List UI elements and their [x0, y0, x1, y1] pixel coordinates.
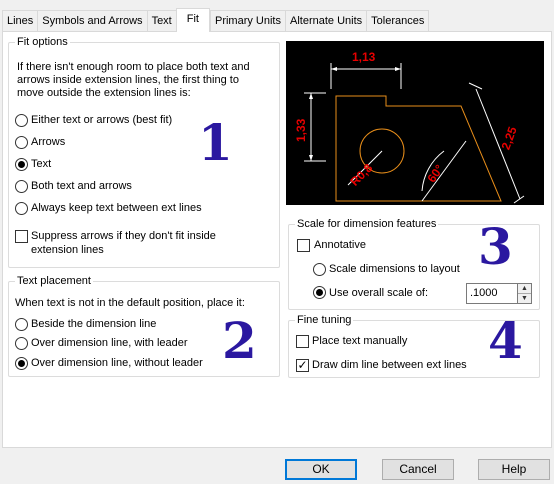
- ok-button[interactable]: OK: [285, 459, 357, 480]
- annotation-number-2: 2: [222, 311, 257, 370]
- overall-scale-input[interactable]: .1000: [466, 283, 518, 304]
- dim-label-60-deg: 60°: [425, 162, 447, 185]
- place-text-manually-checkbox[interactable]: [296, 335, 309, 348]
- text-placement-description: When text is not in the default position…: [15, 297, 245, 309]
- radio-both-text-and-arrows[interactable]: [15, 180, 28, 193]
- text-placement-title: Text placement: [15, 275, 93, 288]
- tab-symbols-and-arrows[interactable]: Symbols and Arrows: [37, 10, 147, 31]
- draw-dim-line-checkbox[interactable]: ✓: [296, 359, 309, 372]
- tab-text[interactable]: Text: [146, 10, 176, 31]
- spin-down-icon[interactable]: ▼: [518, 294, 531, 304]
- label-best-fit[interactable]: Either text or arrows (best fit): [31, 113, 172, 127]
- fit-description-line-2: arrows inside extension lines, the first…: [17, 74, 239, 86]
- fit-description-line-1: If there isn't enough room to place both…: [17, 61, 250, 73]
- annotation-number-3: 3: [478, 217, 513, 276]
- annotative-checkbox[interactable]: [297, 239, 310, 252]
- tab-primary-units[interactable]: Primary Units: [209, 10, 285, 31]
- radio-scale-to-layout[interactable]: [313, 263, 326, 276]
- label-over-with-leader[interactable]: Over dimension line, with leader: [31, 336, 188, 350]
- draw-dim-line-label[interactable]: Draw dim line between ext lines: [312, 358, 467, 372]
- radio-text[interactable]: [15, 158, 28, 171]
- label-overall-scale[interactable]: Use overall scale of:: [329, 286, 428, 300]
- tab-bar: Lines Symbols and Arrows Text Fit Primar…: [0, 0, 554, 32]
- suppress-arrows-label-line-1[interactable]: Suppress arrows if they don't fit inside: [31, 229, 216, 243]
- radio-best-fit[interactable]: [15, 114, 28, 127]
- fit-description-line-3: move outside the extension lines is:: [17, 87, 191, 99]
- radio-arrows[interactable]: [15, 136, 28, 149]
- annotative-label[interactable]: Annotative: [314, 238, 366, 252]
- checkmark-icon: ✓: [297, 358, 308, 372]
- dimension-preview: 1,13 1,33 2,25 R0,8 60°: [286, 41, 544, 205]
- fine-tuning-title: Fine tuning: [295, 314, 354, 327]
- label-scale-to-layout[interactable]: Scale dimensions to layout: [329, 262, 460, 276]
- tab-lines[interactable]: Lines: [2, 10, 38, 31]
- label-both-text-and-arrows[interactable]: Both text and arrows: [31, 179, 132, 193]
- scale-title: Scale for dimension features: [295, 218, 439, 231]
- radio-over-without-leader[interactable]: [15, 357, 28, 370]
- spin-up-icon[interactable]: ▲: [518, 284, 531, 294]
- tab-fit[interactable]: Fit: [175, 8, 210, 32]
- tab-alternate-units[interactable]: Alternate Units: [285, 10, 367, 31]
- help-button[interactable]: Help: [478, 459, 550, 480]
- radio-over-with-leader[interactable]: [15, 337, 28, 350]
- dim-label-r0-8: R0,8: [348, 161, 376, 189]
- label-always-keep-text[interactable]: Always keep text between ext lines: [31, 201, 202, 215]
- dim-label-1-13: 1,13: [352, 50, 376, 64]
- dim-label-1-33: 1,33: [294, 118, 308, 142]
- label-beside-dimension-line[interactable]: Beside the dimension line: [31, 317, 156, 331]
- dim-label-2-25: 2,25: [499, 125, 520, 152]
- suppress-arrows-label-line-2[interactable]: extension lines: [31, 243, 104, 257]
- label-arrows[interactable]: Arrows: [31, 135, 65, 149]
- label-text[interactable]: Text: [31, 157, 51, 171]
- tab-tolerances[interactable]: Tolerances: [366, 10, 430, 31]
- overall-scale-spinner[interactable]: ▲ ▼: [518, 283, 532, 304]
- label-over-without-leader[interactable]: Over dimension line, without leader: [31, 356, 203, 370]
- preview-drawing: 1,13 1,33 2,25 R0,8 60°: [294, 50, 525, 204]
- cancel-button[interactable]: Cancel: [382, 459, 454, 480]
- annotation-number-1: 1: [198, 113, 233, 172]
- suppress-arrows-checkbox[interactable]: [15, 230, 28, 243]
- fit-options-title: Fit options: [15, 36, 70, 49]
- radio-always-keep-text[interactable]: [15, 202, 28, 215]
- annotation-number-4: 4: [488, 311, 523, 370]
- radio-overall-scale[interactable]: [313, 286, 326, 299]
- place-text-manually-label[interactable]: Place text manually: [312, 334, 407, 348]
- radio-beside-dimension-line[interactable]: [15, 318, 28, 331]
